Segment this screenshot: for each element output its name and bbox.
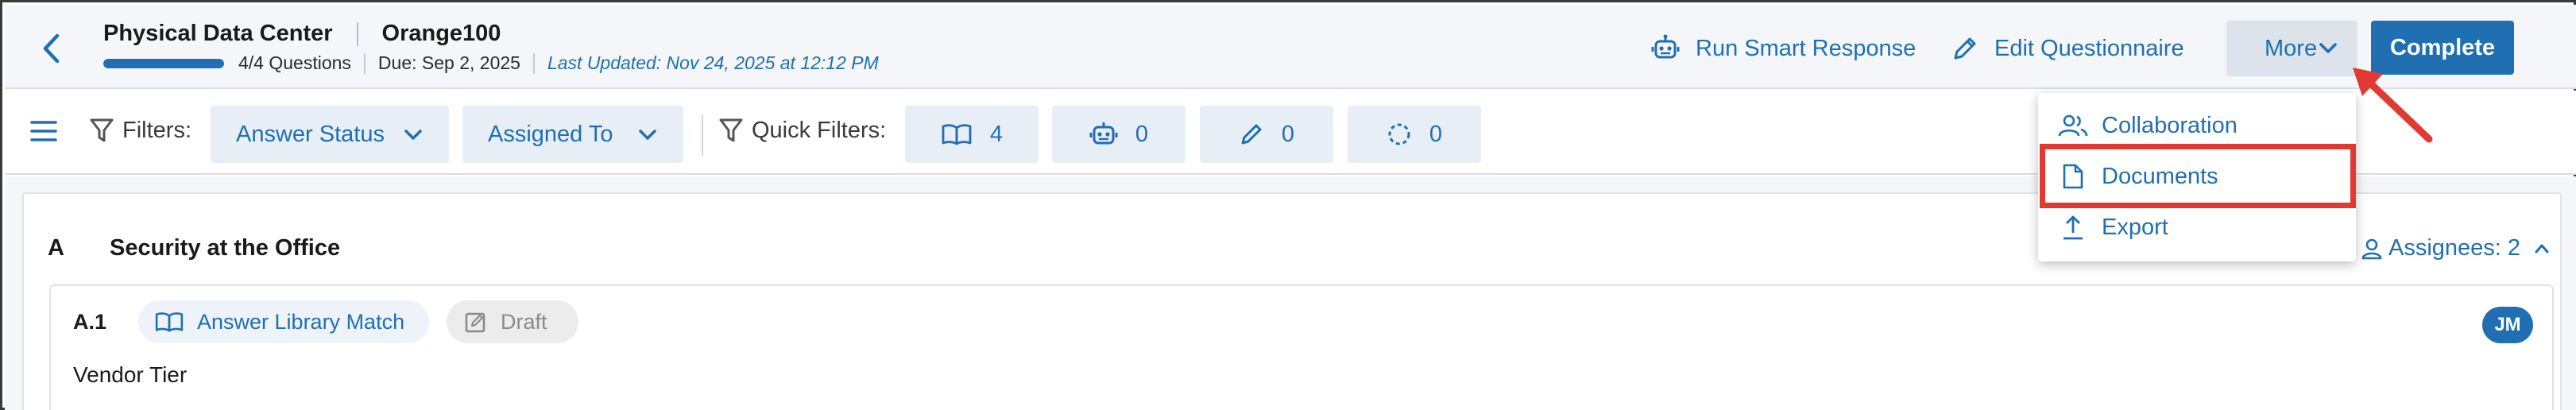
- title-row: Physical Data Center Orange100: [103, 21, 501, 47]
- draft-chip-label: Draft: [501, 309, 547, 334]
- edit-questionnaire-button[interactable]: Edit Questionnaire: [1951, 29, 2184, 68]
- filters-label: Filters:: [89, 117, 191, 144]
- question-number: A.1: [73, 310, 107, 334]
- last-updated: Last Updated: Nov 24, 2025 at 12:12 PM: [547, 52, 879, 73]
- more-button[interactable]: More: [2226, 21, 2357, 76]
- more-label: More: [2265, 35, 2318, 61]
- upload-icon: [2056, 214, 2091, 241]
- book-icon: [941, 122, 973, 146]
- section-title: Security at the Office: [110, 235, 341, 261]
- menu-item-label: Documents: [2102, 163, 2218, 189]
- dashed-circle-icon: [1387, 122, 1412, 147]
- assigned-to-dropdown[interactable]: Assigned To: [462, 106, 683, 163]
- funnel-icon: [89, 117, 114, 144]
- quick-filter-count: 0: [1135, 121, 1149, 147]
- more-dropdown-menu: Collaboration Documents Export: [2038, 93, 2356, 261]
- draft-status-chip: Draft: [447, 300, 578, 343]
- section-letter: A: [48, 235, 64, 261]
- app-frame: Physical Data Center Orange100 4/4 Quest…: [0, 0, 2576, 410]
- due-date: Due: Sep 2, 2025: [377, 52, 520, 73]
- progress-bar: [103, 58, 224, 68]
- quick-filters-label-text: Quick Filters:: [752, 117, 887, 143]
- back-button[interactable]: [33, 29, 68, 68]
- menu-item-documents[interactable]: Documents: [2038, 150, 2356, 203]
- meta-divider: [532, 52, 535, 74]
- quick-filter-smart-response[interactable]: 0: [1052, 106, 1186, 163]
- chevron-left-icon: [43, 33, 60, 64]
- robot-icon: [1651, 34, 1680, 63]
- menu-item-collaboration[interactable]: Collaboration: [2038, 99, 2356, 152]
- assigned-to-label: Assigned To: [488, 121, 613, 147]
- progress-fill: [103, 58, 224, 68]
- quick-filter-edited[interactable]: 0: [1200, 106, 1333, 163]
- edit-questionnaire-label: Edit Questionnaire: [1994, 35, 2184, 61]
- funnel-icon: [718, 117, 744, 144]
- complete-button[interactable]: Complete: [2371, 21, 2514, 75]
- meta-divider: [363, 52, 366, 74]
- filter-divider: [702, 114, 703, 156]
- menu-item-export[interactable]: Export: [2038, 201, 2356, 253]
- draft-icon: [464, 310, 488, 334]
- assignees-toggle[interactable]: Assignees: 2: [2360, 235, 2551, 261]
- menu-item-label: Export: [2102, 214, 2168, 240]
- quick-filter-library-match[interactable]: 4: [905, 106, 1039, 163]
- pencil-icon: [1239, 122, 1264, 147]
- person-icon: [2360, 237, 2384, 261]
- question-count: 4/4 Questions: [238, 52, 351, 73]
- answer-status-dropdown[interactable]: Answer Status: [211, 106, 449, 163]
- avatar[interactable]: JM: [2482, 307, 2533, 343]
- question-text: Vendor Tier: [73, 362, 188, 387]
- pencil-icon: [1951, 35, 1978, 62]
- header-bar: Physical Data Center Orange100 4/4 Quest…: [5, 5, 2576, 89]
- chevron-down-icon: [403, 125, 424, 152]
- chevron-down-icon: [637, 125, 658, 152]
- document-icon: [2056, 163, 2091, 190]
- robot-icon: [1089, 121, 1118, 148]
- run-smart-response-button[interactable]: Run Smart Response: [1651, 29, 1916, 68]
- questionnaire-name: Orange100: [381, 21, 501, 46]
- hamburger-menu-icon[interactable]: [30, 119, 57, 147]
- menu-item-label: Collaboration: [2102, 112, 2238, 138]
- question-card[interactable]: A.1 Answer Library Match Draft JM Vendor…: [49, 284, 2554, 410]
- answer-library-match-chip: Answer Library Match: [138, 300, 429, 343]
- library-chip-label: Answer Library Match: [197, 309, 405, 334]
- title-divider: [356, 21, 358, 46]
- answer-status-label: Answer Status: [236, 121, 385, 147]
- people-icon: [2056, 113, 2091, 138]
- quick-filter-count: 4: [989, 121, 1004, 147]
- chevron-down-icon: [2318, 38, 2338, 65]
- page-title: Physical Data Center: [103, 21, 333, 46]
- quick-filter-count: 0: [1281, 121, 1295, 147]
- chevron-up-icon: [2533, 240, 2551, 257]
- quick-filter-count: 0: [1429, 121, 1443, 147]
- book-icon: [154, 311, 184, 333]
- run-smart-response-label: Run Smart Response: [1696, 35, 1917, 61]
- quick-filters-label: Quick Filters:: [718, 117, 886, 144]
- assignees-label: Assignees: 2: [2388, 235, 2521, 261]
- quick-filter-unanswered[interactable]: 0: [1348, 106, 1481, 163]
- meta-row: 4/4 Questions Due: Sep 2, 2025 Last Upda…: [103, 52, 879, 74]
- filters-label-text: Filters:: [122, 117, 191, 143]
